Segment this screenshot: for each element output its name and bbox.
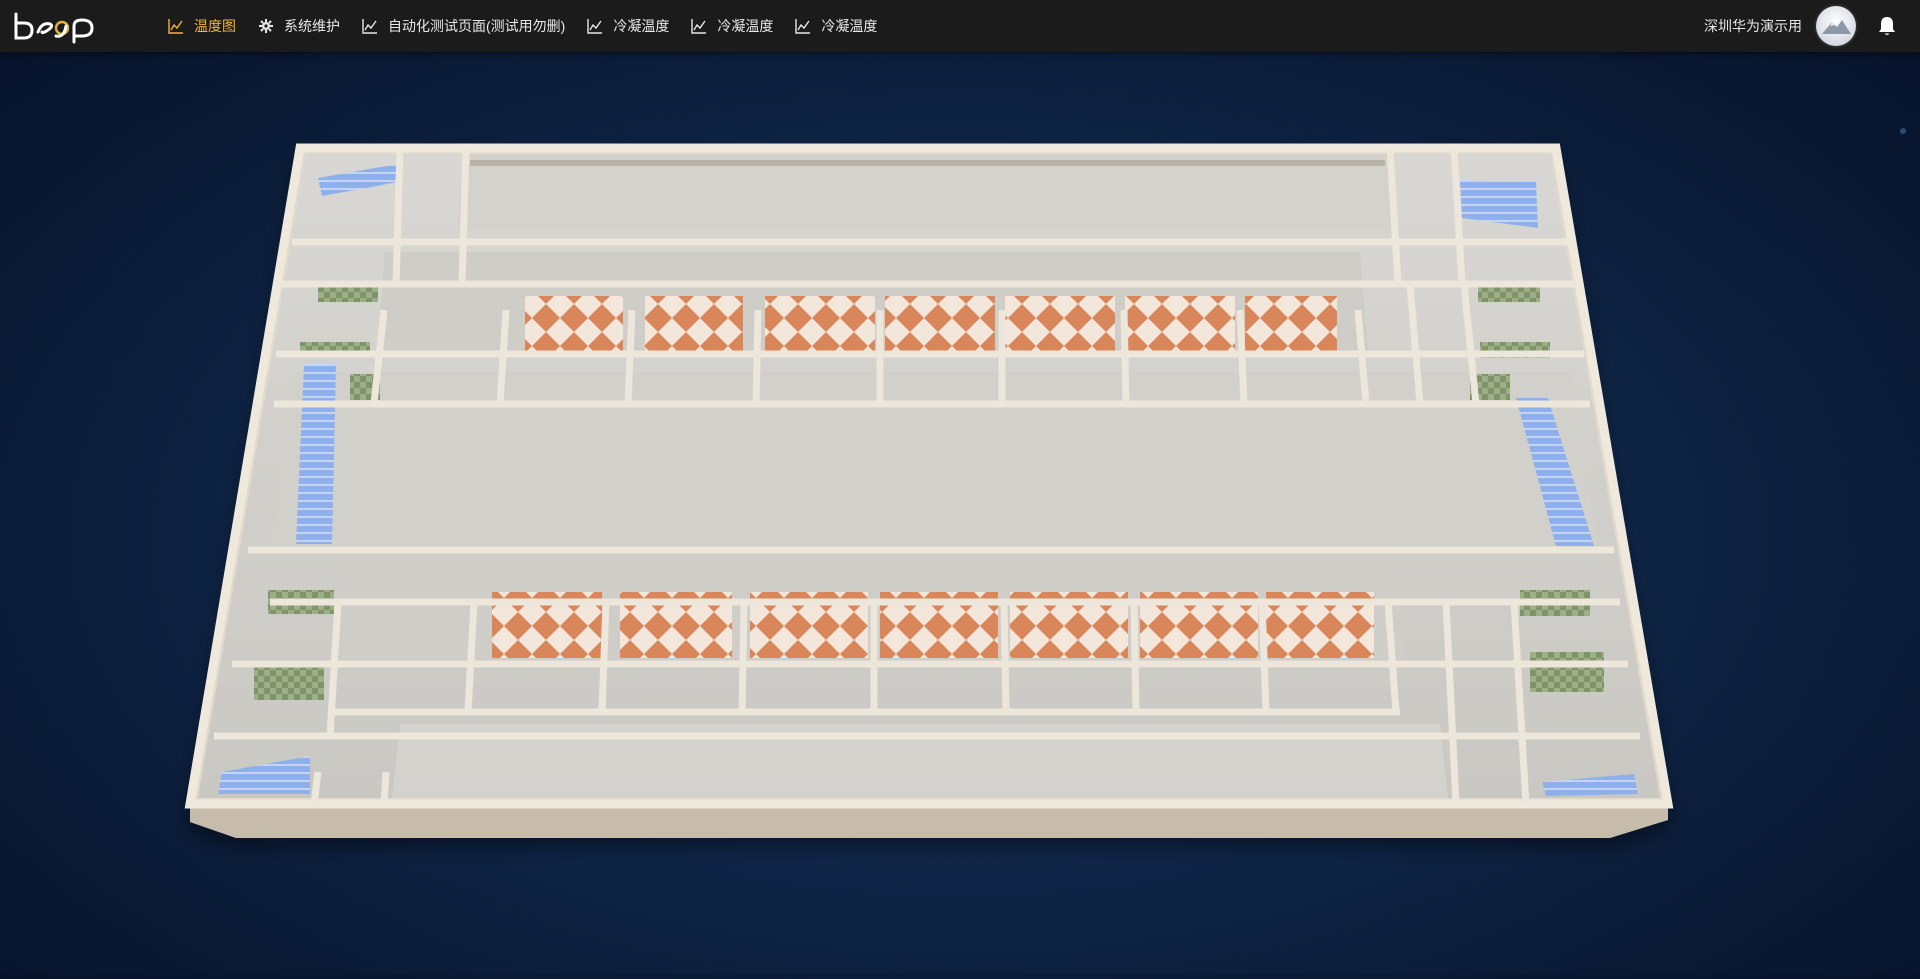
nav-label: 冷凝温度: [613, 18, 670, 34]
line-chart-icon: [362, 19, 377, 34]
user-name[interactable]: 深圳华为演示用: [1704, 16, 1802, 36]
line-chart-icon: [795, 19, 811, 34]
nav-item-condensing-temp-3[interactable]: 冷凝温度: [795, 0, 877, 52]
nav-item-condensing-temp-2[interactable]: 冷凝温度: [691, 0, 773, 52]
nav-label: 冷凝温度: [821, 18, 878, 34]
nav-item-automation-test[interactable]: 自动化测试页面(测试用勿删): [362, 0, 565, 52]
nav-label: 自动化测试页面(测试用勿删): [388, 18, 566, 34]
top-rooms: [525, 296, 1337, 354]
gear-icon: [259, 19, 273, 33]
nav-label: 系统维护: [284, 18, 340, 34]
building-floor-plan[interactable]: [0, 52, 1920, 974]
nav-item-condensing-temp-1[interactable]: 冷凝温度: [587, 0, 669, 52]
top-navigation-bar: 温度图 系统维护 自动化测试页面(测试用勿删) 冷凝温度 冷凝温度 冷凝温度 深…: [0, 0, 1920, 52]
nav-label: 冷凝温度: [717, 18, 774, 34]
brand-logo[interactable]: [12, 8, 102, 44]
avatar[interactable]: [1816, 6, 1856, 46]
corner-indicator: [1900, 128, 1906, 134]
bell-icon[interactable]: [1876, 15, 1898, 37]
main-nav: 温度图 系统维护 自动化测试页面(测试用勿删) 冷凝温度 冷凝温度 冷凝温度: [168, 0, 899, 52]
nav-item-temperature-map[interactable]: 温度图: [168, 0, 236, 52]
nav-item-system-maintenance[interactable]: 系统维护: [258, 0, 340, 52]
nav-label: 温度图: [194, 18, 236, 34]
3d-scene-viewport[interactable]: [0, 52, 1920, 974]
line-chart-icon: [587, 19, 603, 34]
line-chart-icon: [168, 19, 183, 34]
line-chart-icon: [691, 19, 707, 34]
user-area: 深圳华为演示用: [1704, 0, 1898, 52]
avatar-mountain-icon: [1822, 20, 1851, 34]
